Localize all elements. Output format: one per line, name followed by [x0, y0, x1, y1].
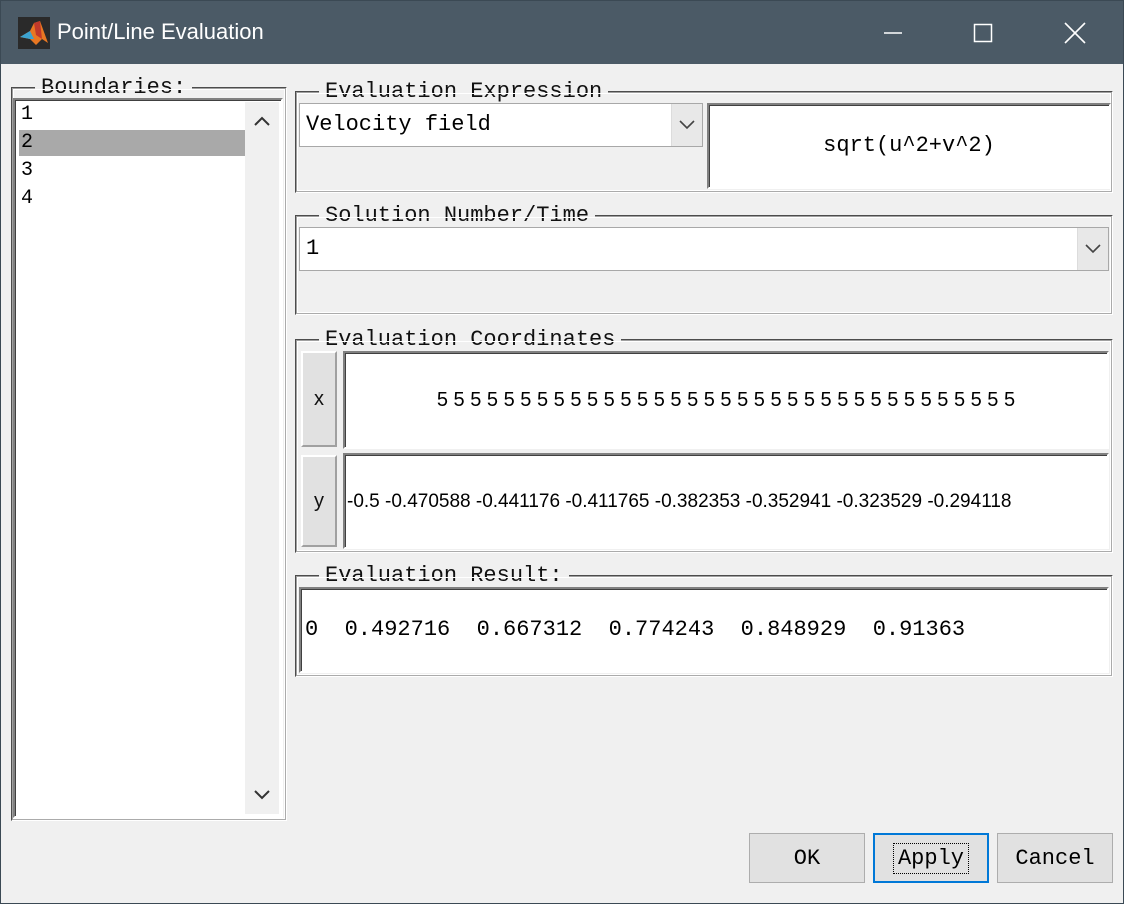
x-coordinate-button[interactable]: x — [301, 351, 337, 447]
expression-input[interactable]: sqrt(u^2+v^2) — [707, 103, 1111, 189]
expression-input-value: sqrt(u^2+v^2) — [823, 133, 995, 158]
matlab-logo-icon — [18, 17, 50, 49]
expression-dropdown-button[interactable] — [671, 104, 702, 146]
boundaries-label: Boundaries: — [35, 75, 193, 100]
y-coordinate-label: y — [314, 489, 324, 512]
cancel-button-label: Cancel — [1015, 845, 1095, 871]
close-button[interactable] — [1029, 1, 1121, 64]
cancel-button[interactable]: Cancel — [997, 833, 1113, 883]
solution-dropdown[interactable]: 1 — [299, 227, 1109, 271]
window-title: Point/Line Evaluation — [57, 19, 264, 44]
list-item[interactable]: 4 — [19, 186, 249, 212]
point-line-evaluation-window: Point/Line Evaluation Boundaries: 1 2 3 … — [0, 0, 1124, 904]
maximize-icon — [973, 23, 993, 42]
scroll-up-button[interactable] — [245, 106, 279, 136]
listbox-scrollbar[interactable] — [245, 102, 279, 814]
solution-dropdown-button[interactable] — [1077, 228, 1108, 270]
y-coordinate-value: -0.5 -0.470588 -0.441176 -0.411765 -0.38… — [347, 491, 1012, 512]
maximize-button[interactable] — [937, 1, 1029, 64]
y-coordinate-button[interactable]: y — [301, 455, 337, 547]
solution-dropdown-value: 1 — [306, 236, 320, 261]
solution-label: Solution Number/Time — [319, 203, 596, 228]
scroll-down-button[interactable] — [245, 780, 279, 810]
title-bar[interactable]: Point/Line Evaluation — [1, 1, 1123, 64]
expression-dropdown-value: Velocity field — [306, 112, 491, 137]
list-item-label: 1 — [21, 103, 34, 126]
list-item-label: 3 — [21, 159, 34, 182]
x-coordinate-value: 5 5 5 5 5 5 5 5 5 5 5 5 5 5 5 5 5 5 5 5 … — [436, 389, 1016, 411]
chevron-down-icon — [254, 790, 270, 800]
chevron-up-icon — [254, 116, 270, 126]
evaluation-result-field[interactable]: 0 0.492716 0.667312 0.774243 0.848929 0.… — [299, 587, 1109, 673]
list-item-label: 2 — [21, 131, 34, 154]
minimize-button[interactable] — [847, 1, 939, 64]
expression-dropdown[interactable]: Velocity field — [299, 103, 703, 147]
list-item-label: 4 — [21, 187, 34, 210]
close-icon — [1064, 21, 1086, 44]
list-item-selected[interactable]: 2 — [19, 130, 249, 156]
list-item[interactable]: 1 — [19, 102, 249, 128]
chevron-down-icon — [679, 120, 695, 130]
evaluation-expression-label: Evaluation Expression — [319, 79, 609, 104]
x-coordinate-input[interactable]: 5 5 5 5 5 5 5 5 5 5 5 5 5 5 5 5 5 5 5 5 … — [343, 351, 1109, 449]
boundaries-listbox[interactable]: 1 2 3 4 — [13, 98, 283, 818]
minimize-icon — [884, 31, 902, 34]
ok-button[interactable]: OK — [749, 833, 865, 883]
evaluation-coordinates-label: Evaluation Coordinates — [319, 327, 622, 352]
evaluation-result-value: 0 0.492716 0.667312 0.774243 0.848929 0.… — [305, 617, 966, 642]
chevron-down-icon — [1085, 244, 1101, 254]
ok-button-label: OK — [793, 845, 821, 871]
evaluation-result-label: Evaluation Result: — [319, 563, 569, 588]
apply-button[interactable]: Apply — [873, 833, 989, 883]
x-coordinate-label: x — [314, 387, 324, 410]
apply-button-label: Apply — [892, 842, 969, 874]
y-coordinate-input[interactable]: -0.5 -0.470588 -0.441176 -0.411765 -0.38… — [343, 453, 1109, 549]
list-item[interactable]: 3 — [19, 158, 249, 184]
